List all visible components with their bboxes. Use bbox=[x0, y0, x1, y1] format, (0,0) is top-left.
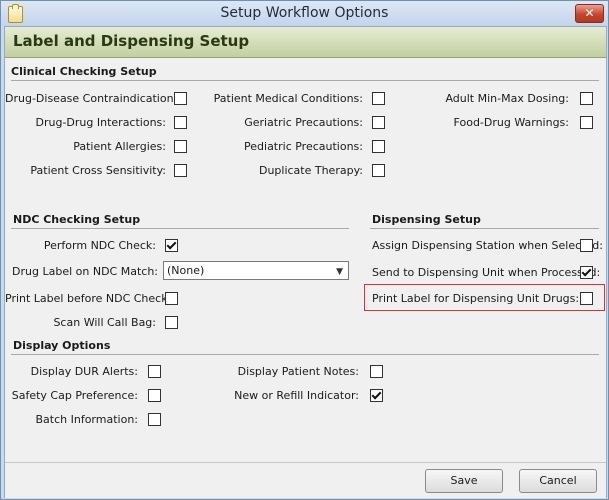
pediatric-precautions-label: Pediatric Precautions: bbox=[244, 140, 363, 153]
new-refill-label: New or Refill Indicator: bbox=[234, 389, 359, 402]
perform-ndc-label: Perform NDC Check: bbox=[43, 239, 156, 252]
perform-ndc-checkbox[interactable] bbox=[165, 239, 178, 252]
ndc-divider bbox=[11, 228, 349, 229]
print-before-ndc-checkbox[interactable] bbox=[165, 292, 178, 305]
drug-label-ndc-value: (None) bbox=[167, 264, 205, 277]
batch-info-label: Batch Information: bbox=[35, 413, 139, 426]
print-dispensing-label: Print Label for Dispensing Unit Drugs: bbox=[372, 292, 580, 305]
display-section-title: Display Options bbox=[13, 339, 111, 352]
print-before-ndc-label: Print Label before NDC Check: bbox=[5, 292, 172, 305]
duplicate-therapy-label: Duplicate Therapy: bbox=[258, 164, 363, 177]
drug-disease-label: Drug-Disease Contraindications: bbox=[5, 92, 183, 105]
patient-medical-conditions-checkbox[interactable] bbox=[372, 92, 385, 105]
safety-cap-checkbox[interactable] bbox=[148, 389, 161, 402]
display-dur-label: Display DUR Alerts: bbox=[30, 365, 138, 378]
patient-allergies-label: Patient Allergies: bbox=[73, 140, 166, 153]
pediatric-precautions-checkbox[interactable] bbox=[372, 140, 385, 153]
drug-drug-checkbox[interactable] bbox=[174, 116, 187, 129]
geriatric-precautions-label: Geriatric Precautions: bbox=[244, 116, 363, 129]
adult-min-max-label: Adult Min-Max Dosing: bbox=[445, 92, 569, 105]
dispensing-section-title: Dispensing Setup bbox=[372, 213, 481, 226]
new-refill-checkbox[interactable] bbox=[370, 389, 383, 402]
assign-dispensing-checkbox[interactable] bbox=[580, 239, 593, 252]
close-button[interactable]: ✕ bbox=[575, 4, 604, 23]
assign-dispensing-label: Assign Dispensing Station when Selected: bbox=[372, 239, 603, 252]
patient-cross-sensitivity-label: Patient Cross Sensitivity: bbox=[30, 164, 166, 177]
window-title: Setup Workflow Options bbox=[220, 5, 389, 21]
patient-allergies-checkbox[interactable] bbox=[174, 140, 187, 153]
drug-disease-checkbox[interactable] bbox=[174, 92, 187, 105]
patient-cross-sensitivity-checkbox[interactable] bbox=[174, 164, 187, 177]
duplicate-therapy-checkbox[interactable] bbox=[372, 164, 385, 177]
send-dispensing-label: Send to Dispensing Unit when Processed: bbox=[372, 266, 601, 279]
header-band: Label and Dispensing Setup bbox=[5, 27, 606, 58]
drug-drug-label: Drug-Drug Interactions: bbox=[35, 116, 166, 129]
dialog-footer: Save Cancel bbox=[5, 462, 606, 498]
safety-cap-label: Safety Cap Preference: bbox=[11, 389, 138, 402]
dialog-window: Setup Workflow Options ✕ Label and Dispe… bbox=[0, 0, 609, 500]
ndc-section-title: NDC Checking Setup bbox=[13, 213, 141, 226]
patient-medical-conditions-label: Patient Medical Conditions: bbox=[213, 92, 363, 105]
clinical-section-title: Clinical Checking Setup bbox=[11, 65, 157, 78]
scan-will-call-checkbox[interactable] bbox=[165, 316, 178, 329]
clinical-divider bbox=[11, 80, 599, 81]
display-patient-notes-label: Display Patient Notes: bbox=[237, 365, 359, 378]
chevron-down-icon: ▼ bbox=[336, 267, 343, 277]
dispensing-divider bbox=[370, 228, 599, 229]
display-dur-checkbox[interactable] bbox=[148, 365, 161, 378]
send-dispensing-checkbox[interactable] bbox=[580, 266, 593, 279]
food-drug-checkbox[interactable] bbox=[580, 116, 593, 129]
dialog-body: Label and Dispensing Setup Clinical Chec… bbox=[4, 26, 607, 498]
save-button[interactable]: Save bbox=[425, 469, 503, 493]
print-dispensing-checkbox[interactable] bbox=[580, 292, 593, 305]
geriatric-precautions-checkbox[interactable] bbox=[372, 116, 385, 129]
cancel-button[interactable]: Cancel bbox=[519, 469, 597, 493]
display-patient-notes-checkbox[interactable] bbox=[370, 365, 383, 378]
scan-will-call-label: Scan Will Call Bag: bbox=[53, 316, 156, 329]
page-title: Label and Dispensing Setup bbox=[13, 32, 250, 50]
drug-label-ndc-label: Drug Label on NDC Match: bbox=[12, 265, 158, 278]
display-divider bbox=[11, 354, 599, 355]
food-drug-label: Food-Drug Warnings: bbox=[453, 116, 569, 129]
title-bar[interactable]: Setup Workflow Options ✕ bbox=[1, 1, 608, 26]
drug-label-ndc-select[interactable]: (None) ▼ bbox=[163, 261, 349, 280]
batch-info-checkbox[interactable] bbox=[148, 413, 161, 426]
adult-min-max-checkbox[interactable] bbox=[580, 92, 593, 105]
